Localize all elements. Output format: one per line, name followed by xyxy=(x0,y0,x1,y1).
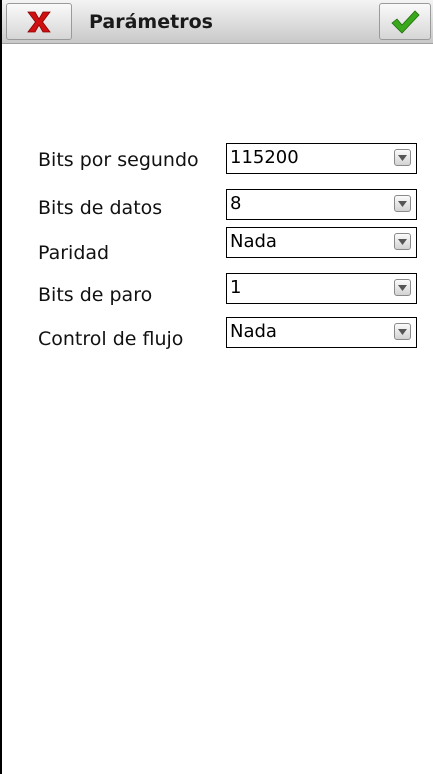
data-bits-value: 8 xyxy=(230,193,242,214)
parameters-window: Parámetros Bits por segundo 115200 Bits … xyxy=(0,0,433,774)
title-bar: Parámetros xyxy=(2,0,433,44)
flow-control-select[interactable]: Nada xyxy=(226,317,417,348)
bits-per-second-value: 115200 xyxy=(230,147,299,168)
stop-bits-value: 1 xyxy=(230,277,242,298)
label-stop-bits: Bits de paro xyxy=(38,284,153,306)
stop-bits-select[interactable]: 1 xyxy=(226,273,417,304)
chevron-down-icon[interactable] xyxy=(394,149,411,166)
checkmark-icon xyxy=(391,9,420,34)
page-title: Parámetros xyxy=(89,11,213,33)
close-button[interactable] xyxy=(6,3,72,40)
chevron-down-icon[interactable] xyxy=(394,323,411,340)
label-data-bits: Bits de datos xyxy=(38,197,163,219)
bits-per-second-select[interactable]: 115200 xyxy=(226,143,417,174)
label-bits-per-second: Bits por segundo xyxy=(38,149,199,171)
label-flow-control: Control de flujo xyxy=(38,328,184,350)
parity-select[interactable]: Nada xyxy=(226,227,417,258)
data-bits-select[interactable]: 8 xyxy=(226,189,417,220)
flow-control-value: Nada xyxy=(230,321,277,342)
chevron-down-icon[interactable] xyxy=(394,279,411,296)
label-parity: Paridad xyxy=(38,242,110,264)
chevron-down-icon[interactable] xyxy=(394,195,411,212)
parity-value: Nada xyxy=(230,231,277,252)
close-icon xyxy=(27,11,51,32)
chevron-down-icon[interactable] xyxy=(394,233,411,250)
confirm-button[interactable] xyxy=(379,3,431,40)
